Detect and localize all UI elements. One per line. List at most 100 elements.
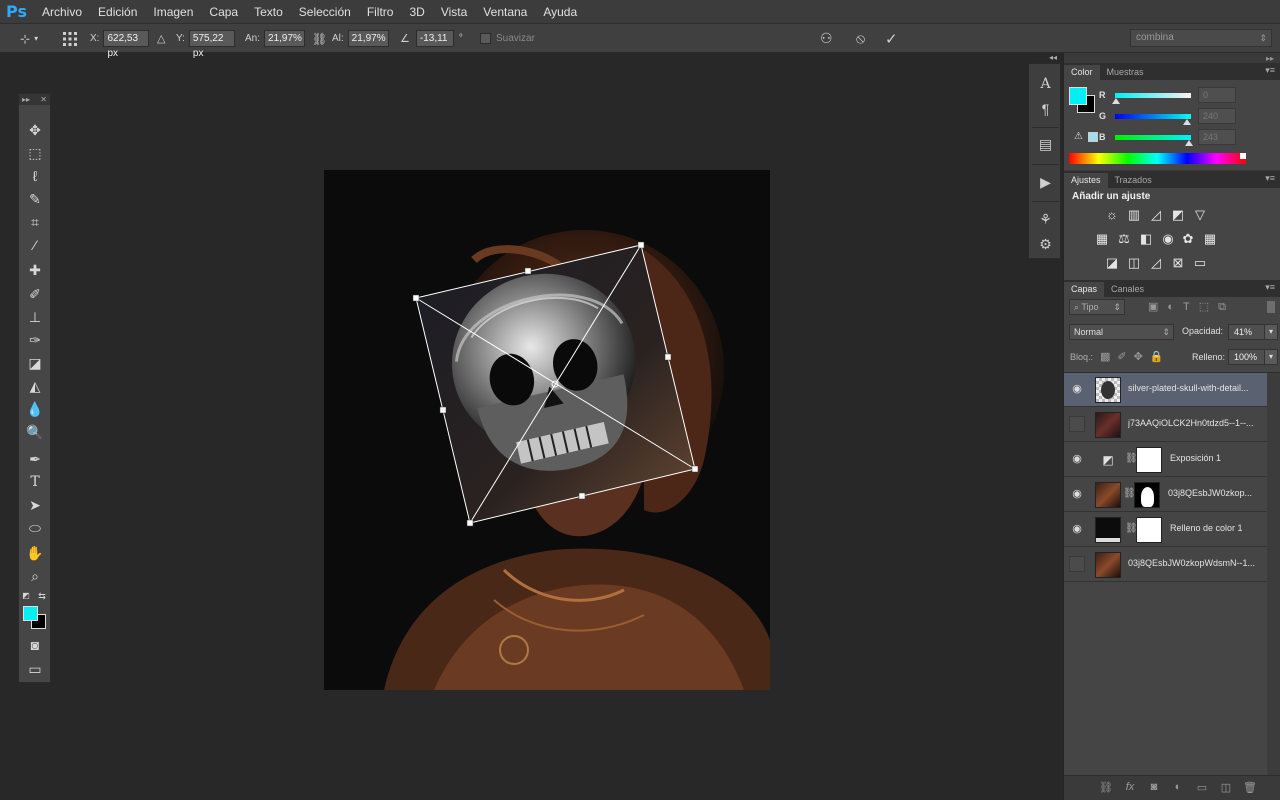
ellipse-tool-icon[interactable]: ⬭ (25, 518, 45, 538)
layer-mask-thumbnail[interactable] (1136, 447, 1162, 473)
green-value-field[interactable]: 240 (1198, 108, 1236, 124)
tool-presets-panel-icon[interactable]: ⚙ (1029, 234, 1062, 254)
eraser-tool-icon[interactable]: ◪ (25, 353, 45, 373)
smooth-checkbox[interactable] (480, 33, 491, 44)
panel-menu-icon[interactable]: ▾≡ (1265, 173, 1275, 184)
link-layers-icon[interactable]: ⛓ (1098, 781, 1114, 794)
history-brush-tool-icon[interactable]: ✑ (25, 330, 45, 350)
pen-tool-icon[interactable]: ✒ (25, 449, 45, 469)
curves-icon[interactable]: ◿ (1148, 208, 1164, 222)
tab-ajustes[interactable]: Ajustes (1064, 173, 1108, 188)
tab-color[interactable]: Color (1064, 65, 1100, 80)
brightness-contrast-icon[interactable]: ☼ (1104, 208, 1120, 222)
panel-menu-icon[interactable]: ▾≡ (1265, 65, 1275, 76)
tab-canales[interactable]: Canales (1104, 282, 1151, 297)
visibility-toggle[interactable] (1069, 416, 1085, 432)
lock-icons[interactable]: ▩✐✥🔒 (1100, 350, 1171, 363)
marquee-tool-icon[interactable]: ⬚ (25, 143, 45, 163)
menu-ventana[interactable]: Ventana (475, 5, 535, 19)
crop-tool-icon[interactable]: ⌗ (25, 212, 45, 232)
layer-mask-thumbnail[interactable] (1134, 482, 1160, 508)
screen-mode-icon[interactable]: ▭ (25, 659, 45, 679)
x-position-field[interactable]: 622,53 px (103, 30, 150, 59)
transform-handle-top[interactable] (524, 267, 532, 275)
eye-icon[interactable]: ◉ (1069, 381, 1085, 397)
close-icon[interactable]: ✕ (40, 94, 47, 105)
transform-handle-top-left[interactable] (412, 294, 420, 302)
eye-icon[interactable]: ◉ (1069, 486, 1085, 502)
tools-panel-header[interactable]: ▸▸ ✕ (19, 94, 50, 105)
green-thumb[interactable] (1183, 119, 1191, 125)
filter-toggle[interactable] (1267, 301, 1275, 313)
new-group-icon[interactable]: ▭ (1194, 781, 1210, 794)
brush-presets-panel-icon[interactable]: ⚘ (1029, 209, 1062, 229)
menu-edicion[interactable]: Edición (90, 5, 145, 19)
opacity-dropdown[interactable]: ▾ (1264, 324, 1278, 340)
layer-name[interactable]: silver-plated-skull-with-detail... (1128, 383, 1258, 393)
color-balance-icon[interactable]: ⚖ (1116, 232, 1132, 246)
dock-collapse-icon[interactable]: ▸▸ (1266, 54, 1274, 63)
fx-icon[interactable]: fx (1122, 781, 1138, 793)
layer-row[interactable]: 03j8QEsbJW0zkopWdsmN--1... (1064, 548, 1267, 582)
menu-archivo[interactable]: Archivo (34, 5, 90, 19)
menu-ayuda[interactable]: Ayuda (535, 5, 585, 19)
layer-filter-select[interactable]: ⌕ Tipo ⇕ (1069, 299, 1125, 315)
path-selection-tool-icon[interactable]: ➤ (25, 495, 45, 515)
posterize-icon[interactable]: ◫ (1126, 256, 1142, 270)
fill-field[interactable]: 100% (1228, 349, 1268, 365)
green-track[interactable] (1115, 114, 1191, 119)
layer-name[interactable]: j73AAQiOLCK2Hn0tdzd5--1--... (1128, 418, 1258, 428)
blue-thumb[interactable] (1185, 140, 1193, 146)
layer-name[interactable]: Exposición 1 (1170, 453, 1262, 463)
type-tool-icon[interactable]: T (25, 472, 45, 492)
paint-bucket-tool-icon[interactable]: ◭ (25, 376, 45, 396)
levels-icon[interactable]: ▥ (1126, 208, 1142, 222)
height-percent-field[interactable]: 21,97% (347, 30, 389, 47)
foreground-color-swatch[interactable] (23, 606, 38, 621)
transform-handle-bottom-left[interactable] (466, 519, 474, 527)
quick-selection-tool-icon[interactable]: ✎ (25, 189, 45, 209)
menu-vista[interactable]: Vista (433, 5, 475, 19)
menu-filtro[interactable]: Filtro (359, 5, 402, 19)
eye-icon[interactable]: ◉ (1069, 521, 1085, 537)
layer-name[interactable]: 03j8QEsbJW0zkopWdsmN--1... (1128, 558, 1258, 568)
eyedropper-tool-icon[interactable]: ⁄ (25, 235, 45, 255)
history-panel-icon[interactable]: ▤ (1029, 134, 1062, 154)
menu-seleccion[interactable]: Selección (291, 5, 359, 19)
tab-muestras[interactable]: Muestras (1100, 65, 1151, 80)
add-mask-icon[interactable]: ◙ (1146, 781, 1162, 793)
transform-handle-top-right[interactable] (637, 241, 645, 249)
red-value-field[interactable]: 0 (1198, 87, 1236, 103)
default-colors-icon[interactable]: ◩ (21, 586, 31, 606)
layers-scrollbar[interactable] (1267, 373, 1280, 775)
link-icon[interactable]: ⛓ (312, 32, 327, 46)
tab-trazados[interactable]: Trazados (1108, 173, 1159, 188)
red-thumb[interactable] (1112, 98, 1120, 104)
cancel-transform-icon[interactable]: ⦸ (856, 30, 865, 47)
color-lookup-icon[interactable]: ▦ (1202, 232, 1218, 246)
layer-row[interactable]: ◉ ⛓ 03j8QEsbJW0zkop... (1064, 478, 1267, 512)
zoom-tool-icon[interactable]: ⌕ (25, 566, 45, 586)
blend-mode-select[interactable]: Normal ⇕ (1069, 324, 1174, 340)
layer-name[interactable]: 03j8QEsbJW0zkop... (1168, 488, 1262, 498)
hand-tool-icon[interactable]: ✋ (25, 543, 45, 563)
blue-track[interactable] (1115, 135, 1191, 140)
lasso-tool-icon[interactable]: ℓ (25, 166, 45, 186)
menu-capa[interactable]: Capa (201, 5, 246, 19)
expand-icon[interactable]: ▸▸ (22, 94, 30, 105)
hue-saturation-icon[interactable]: ▦ (1094, 232, 1110, 246)
threshold-icon[interactable]: ◿ (1148, 256, 1164, 270)
move-tool-icon[interactable]: ✥ (25, 120, 45, 140)
red-track[interactable] (1115, 93, 1191, 98)
tab-capas[interactable]: Capas (1064, 282, 1105, 297)
menu-3d[interactable]: 3D (401, 5, 432, 19)
vibrance-icon[interactable]: ▽ (1192, 208, 1208, 222)
exposure-icon[interactable]: ◩ (1170, 208, 1186, 222)
commit-transform-icon[interactable]: ✓ (885, 30, 898, 48)
swap-colors-icon[interactable]: ⇆ (37, 586, 47, 606)
reference-point-locator[interactable] (62, 30, 78, 47)
menu-texto[interactable]: Texto (246, 5, 291, 19)
brush-tool-icon[interactable]: ✐ (25, 284, 45, 304)
layer-row[interactable]: ◉ ⛓ Relleno de color 1 (1064, 513, 1267, 547)
workspace-select[interactable]: combina ⇕ (1130, 29, 1272, 47)
